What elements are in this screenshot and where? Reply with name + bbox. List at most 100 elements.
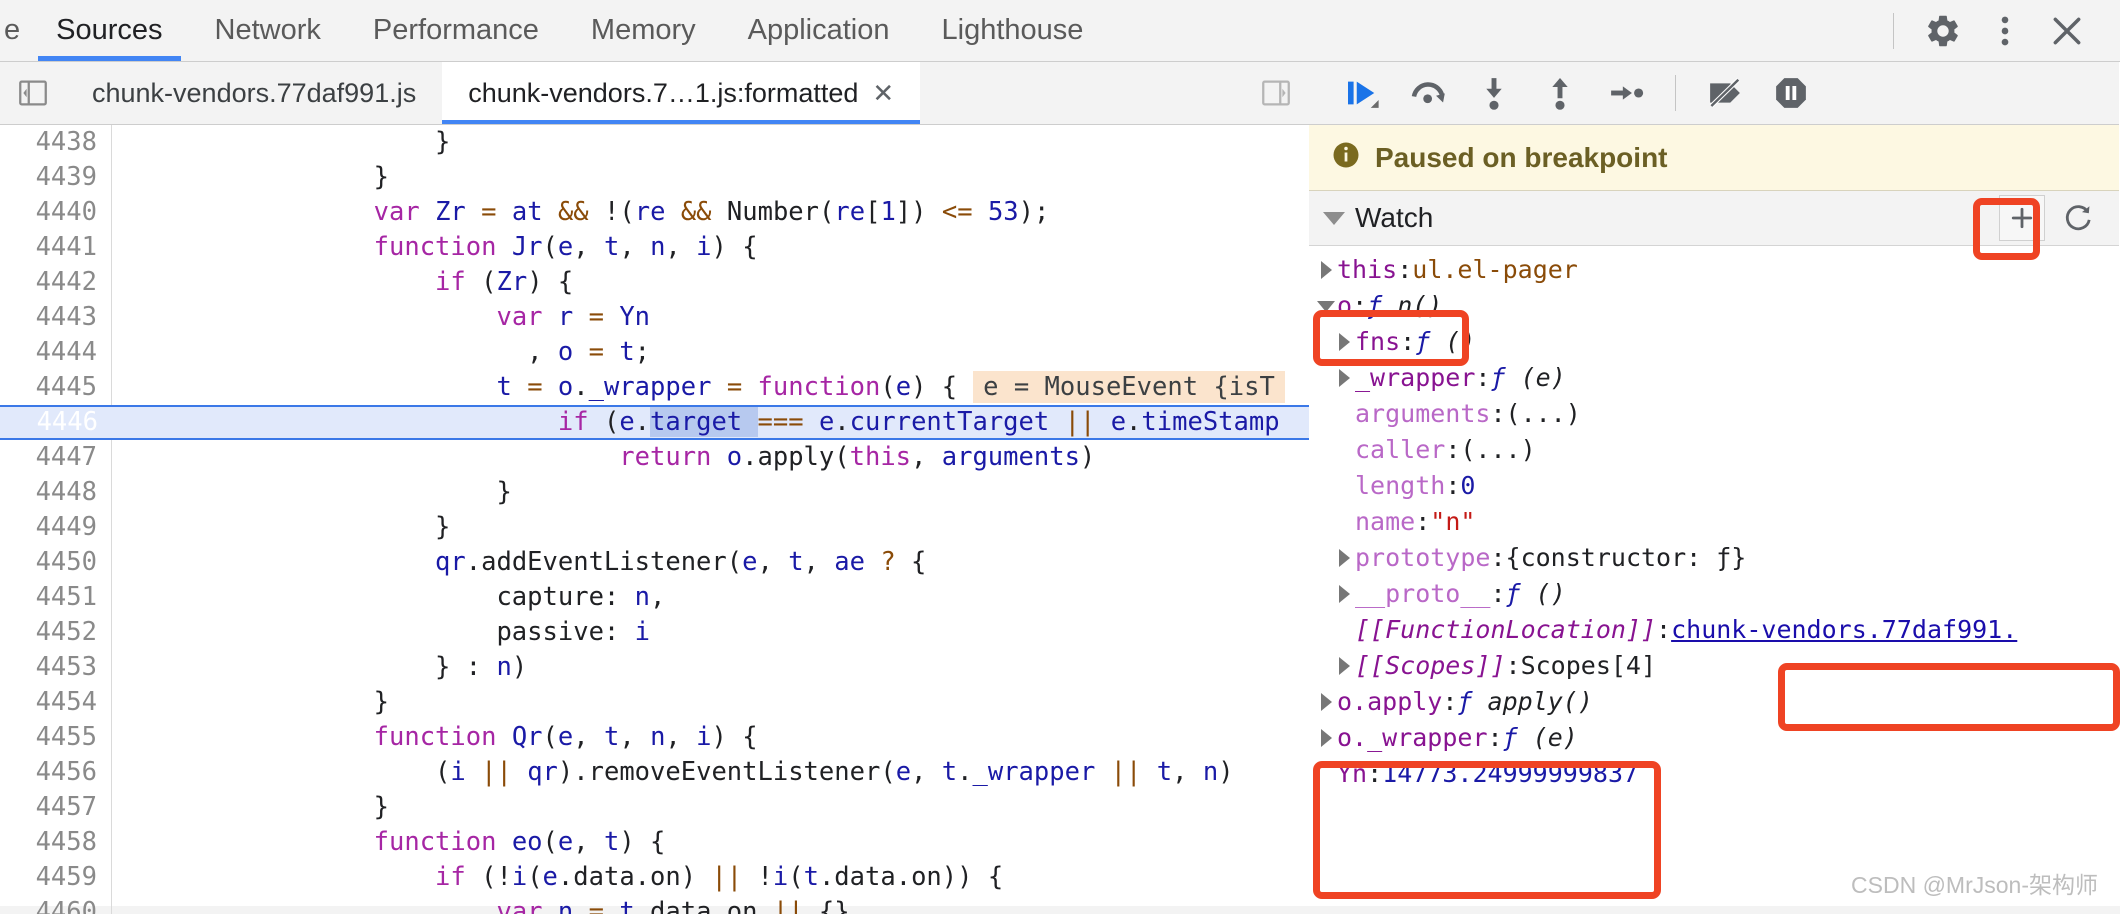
line-number[interactable]: 4441: [0, 230, 112, 265]
file-tab-chunk-vendors[interactable]: chunk-vendors.77daf991.js: [66, 62, 442, 124]
code-line[interactable]: 4438 }: [0, 125, 1309, 160]
code-line[interactable]: 4448 }: [0, 475, 1309, 510]
panel-collapse-left-icon[interactable]: [0, 62, 66, 124]
line-number[interactable]: 4455: [0, 720, 112, 755]
line-number[interactable]: 4440: [0, 195, 112, 230]
chevron-right-icon[interactable]: [1333, 585, 1355, 603]
line-number[interactable]: 4438: [0, 125, 112, 160]
chevron-right-icon[interactable]: [1333, 549, 1355, 567]
chevron-down-icon[interactable]: [1323, 211, 1345, 225]
line-number[interactable]: 4454: [0, 685, 112, 720]
code-line[interactable]: 4458 function eo(e, t) {: [0, 825, 1309, 860]
panel-tab-performance[interactable]: Performance: [347, 0, 565, 61]
code-editor[interactable]: 4438 } 4439 } 4440 var Zr = at && !(re && …: [0, 125, 1309, 914]
code-line[interactable]: 4441 function Jr(e, t, n, i) {: [0, 230, 1309, 265]
line-number[interactable]: 4458: [0, 825, 112, 860]
panel-expand-right-icon[interactable]: [1243, 62, 1309, 124]
file-tab-close-icon[interactable]: ✕: [872, 80, 894, 106]
watch-tree-row[interactable]: prototype: {constructor: ƒ}: [1309, 540, 2119, 576]
panel-tab-network[interactable]: Network: [189, 0, 347, 61]
watch-tree-row[interactable]: __proto__: ƒ (): [1309, 576, 2119, 612]
watch-tree-row[interactable]: [[FunctionLocation]]: chunk-vendors.77da…: [1309, 612, 2119, 648]
watch-tree-row[interactable]: arguments: (...): [1309, 396, 2119, 432]
code-line[interactable]: 4442 if (Zr) {: [0, 265, 1309, 300]
line-number[interactable]: 4444: [0, 335, 112, 370]
watch-tree-row[interactable]: o._wrapper: ƒ (e): [1309, 720, 2119, 756]
code-line[interactable]: 4454 }: [0, 685, 1309, 720]
chevron-right-icon[interactable]: [1333, 333, 1355, 351]
watch-tree-row[interactable]: name: "n": [1309, 504, 2119, 540]
line-number[interactable]: 4451: [0, 580, 112, 615]
panel-tab-memory[interactable]: Memory: [565, 0, 722, 61]
watch-tree-row[interactable]: fns: ƒ (): [1309, 324, 2119, 360]
code-line[interactable]: 4444 , o = t;: [0, 335, 1309, 370]
chevron-right-icon[interactable]: [1315, 729, 1337, 747]
code-line[interactable]: 4443 var r = Yn: [0, 300, 1309, 335]
step-button[interactable]: [1595, 64, 1657, 122]
line-number[interactable]: 4448: [0, 475, 112, 510]
code-line[interactable]: 4455 function Qr(e, t, n, i) {: [0, 720, 1309, 755]
chevron-right-icon[interactable]: [1315, 693, 1337, 711]
watch-tree-row[interactable]: caller: (...): [1309, 432, 2119, 468]
pause-on-exceptions-button[interactable]: [1760, 64, 1822, 122]
watch-tree-row[interactable]: o: ƒ n(): [1309, 288, 2119, 324]
code-line[interactable]: 4456 (i || qr).removeEventListener(e, t.…: [0, 755, 1309, 790]
code-line[interactable]: 4439 }: [0, 160, 1309, 195]
watch-tree-row[interactable]: Yn: 14773.24999999837: [1309, 756, 2119, 792]
function-location-link[interactable]: chunk-vendors.77daf991.: [1671, 612, 2017, 648]
watch-section-header[interactable]: Watch: [1309, 191, 2119, 246]
line-number[interactable]: 4443: [0, 300, 112, 335]
code-line[interactable]: 4447 return o.apply(this, arguments): [0, 440, 1309, 475]
code-line[interactable]: 4445 t = o._wrapper = function(e) {e = M…: [0, 370, 1309, 405]
deactivate-breakpoints-button[interactable]: [1694, 64, 1756, 122]
chevron-right-icon[interactable]: [1333, 657, 1355, 675]
line-number[interactable]: 4450: [0, 545, 112, 580]
watch-tree-row[interactable]: length: 0: [1309, 468, 2119, 504]
settings-gear-icon[interactable]: [1912, 0, 1974, 62]
line-number[interactable]: 4456: [0, 755, 112, 790]
code-line[interactable]: 4453 } : n): [0, 650, 1309, 685]
chevron-right-icon[interactable]: [1315, 261, 1337, 279]
line-number[interactable]: 4457: [0, 790, 112, 825]
watch-tree-row[interactable]: o.apply: ƒ apply(): [1309, 684, 2119, 720]
panel-tab-lighthouse[interactable]: Lighthouse: [916, 0, 1110, 61]
add-watch-expression-button[interactable]: [1999, 195, 2045, 241]
more-options-kebab-icon[interactable]: [1974, 0, 2036, 62]
line-number[interactable]: 4446: [0, 405, 112, 440]
file-tab-chunk-vendors-formatted[interactable]: chunk-vendors.7…1.js:formatted ✕: [442, 62, 921, 124]
code-token: ,: [573, 232, 604, 262]
close-devtools-icon[interactable]: [2036, 0, 2098, 62]
refresh-watch-icon[interactable]: [2053, 193, 2103, 243]
watch-tree-row[interactable]: _wrapper: ƒ (e): [1309, 360, 2119, 396]
step-over-button[interactable]: [1397, 64, 1459, 122]
panel-tab-application[interactable]: Application: [722, 0, 916, 61]
line-number[interactable]: 4459: [0, 860, 112, 895]
watch-tree-row[interactable]: [[Scopes]]: Scopes[4]: [1309, 648, 2119, 684]
watch-tree-row[interactable]: this: ul.el-pager: [1309, 252, 2119, 288]
chevron-down-icon[interactable]: [1315, 300, 1337, 312]
panel-tab-truncated[interactable]: e: [0, 0, 30, 61]
line-number[interactable]: 4447: [0, 440, 112, 475]
code-line[interactable]: 4451 capture: n,: [0, 580, 1309, 615]
line-number[interactable]: 4449: [0, 510, 112, 545]
line-number[interactable]: 4453: [0, 650, 112, 685]
chevron-right-icon[interactable]: [1333, 369, 1355, 387]
code-line[interactable]: 4449 }: [0, 510, 1309, 545]
code-line[interactable]: 4446 if (e.target === e.currentTarget ||…: [0, 405, 1309, 440]
resume-script-execution-button[interactable]: [1331, 64, 1393, 122]
step-out-button[interactable]: [1529, 64, 1591, 122]
line-number[interactable]: 4445: [0, 370, 112, 405]
step-into-button[interactable]: [1463, 64, 1525, 122]
line-number[interactable]: 4439: [0, 160, 112, 195]
panel-tab-sources[interactable]: Sources: [30, 0, 188, 61]
line-number[interactable]: 4452: [0, 615, 112, 650]
code-line[interactable]: 4459 if (!i(e.data.on) || !i(t.data.on))…: [0, 860, 1309, 895]
code-line[interactable]: 4452 passive: i: [0, 615, 1309, 650]
line-number[interactable]: 4442: [0, 265, 112, 300]
line-number[interactable]: 4460: [0, 895, 112, 914]
code-line[interactable]: 4440 var Zr = at && !(re && Number(re[1]…: [0, 195, 1309, 230]
code-line[interactable]: 4457 }: [0, 790, 1309, 825]
code-line[interactable]: 4450 qr.addEventListener(e, t, ae ? {: [0, 545, 1309, 580]
watch-expressions-tree[interactable]: this: ul.el-pager o: ƒ n() fns: ƒ () _wrapp…: [1309, 246, 2119, 914]
